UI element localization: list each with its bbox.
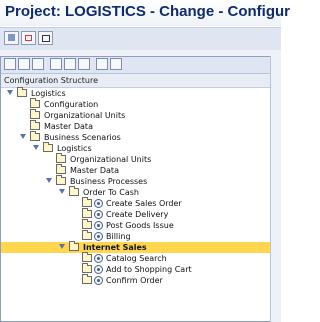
tree-column-header: Configuration Structure bbox=[1, 74, 271, 88]
tree-folder-row[interactable]: Order To Cash bbox=[1, 186, 271, 198]
toolbar-edit-icon bbox=[8, 34, 15, 41]
tree-toolbar bbox=[1, 57, 271, 74]
document-icon bbox=[82, 208, 92, 218]
tree-body: Logistics Configuration Organizational Uni… bbox=[1, 87, 271, 286]
vertical-scrollbar[interactable] bbox=[270, 56, 281, 322]
document-icon bbox=[82, 263, 92, 273]
tree-activity-row[interactable]: Add to Shopping Cart bbox=[1, 263, 271, 275]
tree-item-label: Master Data bbox=[44, 122, 93, 131]
tree-activity-row[interactable]: Confirm Order bbox=[1, 274, 271, 286]
tree-item-label: Logistics bbox=[31, 89, 66, 98]
activity-icon bbox=[94, 276, 103, 285]
folder-icon bbox=[30, 131, 40, 141]
tree-item-label: Create Sales Order bbox=[106, 199, 182, 208]
expand-all-button[interactable] bbox=[4, 58, 16, 70]
folder-icon bbox=[56, 153, 66, 163]
tree-item-label: Add to Shopping Cart bbox=[106, 265, 192, 274]
activity-icon bbox=[94, 254, 103, 263]
tree-folder-row[interactable]: Master Data bbox=[1, 120, 271, 132]
tree-item-label: Organizational Units bbox=[70, 155, 152, 164]
tree-item-label: Confirm Order bbox=[106, 276, 163, 285]
activity-icon bbox=[94, 199, 103, 208]
folder-icon bbox=[30, 109, 40, 119]
print-button[interactable] bbox=[64, 58, 76, 70]
tree-activity-row[interactable]: Create Sales Order bbox=[1, 197, 271, 209]
tree-folder-row[interactable]: Organizational Units bbox=[1, 109, 271, 121]
main-toolbar bbox=[0, 27, 281, 51]
folder-icon bbox=[56, 164, 66, 174]
tree-item-label: Master Data bbox=[70, 166, 119, 175]
document-icon bbox=[82, 197, 92, 207]
configuration-tree-panel: Configuration Structure Logistics Configu… bbox=[0, 56, 271, 322]
tree-folder-row[interactable]: Configuration bbox=[1, 98, 271, 110]
document-icon bbox=[82, 219, 92, 229]
toolbar-edit-button[interactable] bbox=[4, 31, 19, 45]
filter-button[interactable] bbox=[96, 58, 108, 70]
tree-activity-row[interactable]: Billing bbox=[1, 230, 271, 242]
toolbar-settings-button[interactable] bbox=[21, 31, 36, 45]
tree-item-label: Order To Cash bbox=[83, 188, 139, 197]
expand-toggle-icon[interactable] bbox=[7, 90, 13, 95]
tree-folder-row[interactable]: Business Scenarios bbox=[1, 131, 271, 143]
activity-icon bbox=[94, 210, 103, 219]
expand-toggle-icon[interactable] bbox=[46, 178, 52, 183]
expand-toggle-icon[interactable] bbox=[59, 189, 65, 194]
document-icon bbox=[82, 230, 92, 240]
tree-folder-row[interactable]: Organizational Units bbox=[1, 153, 271, 165]
tree-item-label: Catalog Search bbox=[106, 254, 167, 263]
folder-icon bbox=[69, 241, 79, 251]
export-button[interactable] bbox=[78, 58, 90, 70]
toolbar-settings-icon bbox=[25, 35, 32, 41]
tree-activity-row[interactable]: Catalog Search bbox=[1, 252, 271, 264]
find-button[interactable] bbox=[32, 58, 44, 70]
sort-button[interactable] bbox=[110, 58, 122, 70]
tree-item-label: Post Goods Issue bbox=[106, 221, 174, 230]
tree-item-label: Configuration bbox=[44, 100, 99, 109]
tree-folder-row[interactable]: Internet Sales bbox=[1, 241, 271, 253]
activity-icon bbox=[94, 232, 103, 241]
expand-toggle-icon[interactable] bbox=[33, 145, 39, 150]
toolbar-layout-icon bbox=[42, 35, 50, 42]
tree-item-label: Internet Sales bbox=[83, 243, 147, 252]
tree-item-label: Business Scenarios bbox=[44, 133, 121, 142]
tree-item-label: Business Processes bbox=[70, 177, 148, 186]
expand-toggle-icon[interactable] bbox=[59, 244, 65, 249]
tree-item-label: Billing bbox=[106, 232, 131, 241]
document-icon bbox=[82, 274, 92, 284]
activity-icon bbox=[94, 221, 103, 230]
tree-item-label: Organizational Units bbox=[44, 111, 126, 120]
tree-activity-row[interactable]: Post Goods Issue bbox=[1, 219, 271, 231]
document-icon bbox=[82, 252, 92, 262]
folder-icon bbox=[30, 98, 40, 108]
tree-folder-row[interactable]: Business Processes bbox=[1, 175, 271, 187]
tree-folder-row[interactable]: Logistics bbox=[1, 142, 271, 154]
title-bar: Project: LOGISTICS - Change - Configur bbox=[0, 0, 290, 26]
toolbar-layout-button[interactable] bbox=[38, 31, 53, 45]
tree-item-label: Logistics bbox=[57, 144, 92, 153]
tree-item-label: Create Delivery bbox=[106, 210, 169, 219]
expand-toggle-icon[interactable] bbox=[20, 134, 26, 139]
folder-icon bbox=[30, 120, 40, 130]
folder-icon bbox=[56, 175, 66, 185]
folder-icon bbox=[69, 186, 79, 196]
folder-icon bbox=[43, 142, 53, 152]
activity-icon bbox=[94, 265, 103, 274]
folder-icon bbox=[17, 87, 27, 97]
collapse-all-button[interactable] bbox=[18, 58, 30, 70]
tree-activity-row[interactable]: Create Delivery bbox=[1, 208, 271, 220]
tree-folder-row[interactable]: Logistics bbox=[1, 87, 271, 99]
find-next-button[interactable] bbox=[50, 58, 62, 70]
tree-folder-row[interactable]: Master Data bbox=[1, 164, 271, 176]
window-title: Project: LOGISTICS - Change - Configur bbox=[5, 3, 290, 20]
